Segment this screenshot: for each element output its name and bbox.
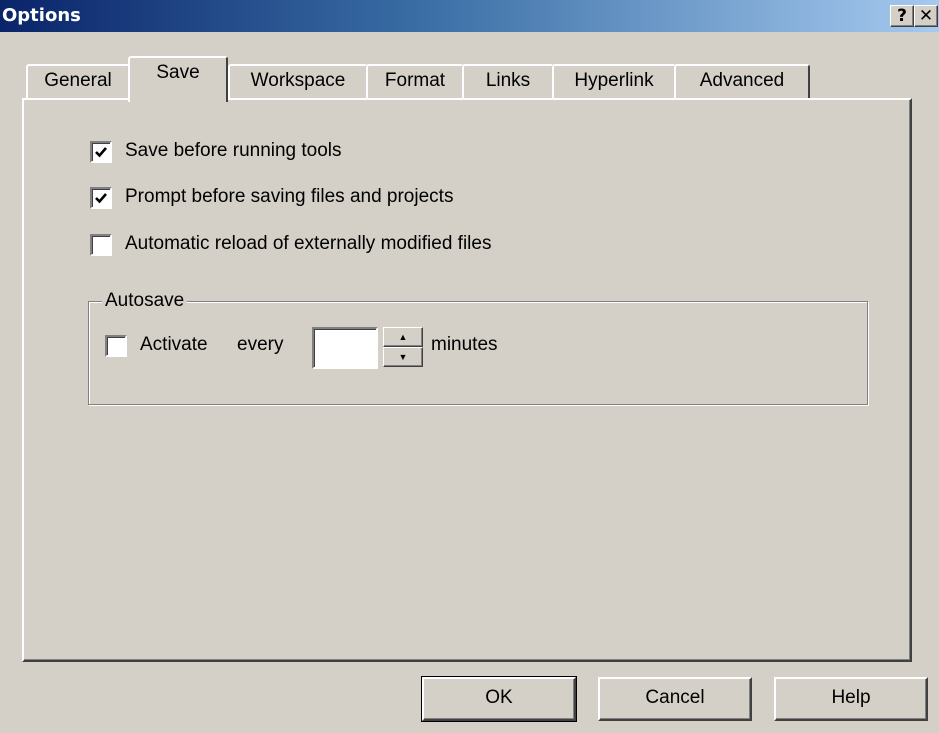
tab-advanced[interactable]: Advanced [674,64,810,98]
cancel-button[interactable]: Cancel [598,677,752,721]
title-bar: Options ? ✕ [0,0,939,32]
tab-general[interactable]: General [26,64,130,98]
tab-workspace[interactable]: Workspace [228,64,368,98]
automatic-reload-checkbox[interactable] [90,234,112,256]
automatic-reload-label: Automatic reload of externally modified … [125,233,492,254]
activate-label: Activate [140,334,208,355]
every-label: every [237,334,284,355]
autosave-group-title: Autosave [102,290,188,312]
ok-button[interactable]: OK [421,676,577,722]
help-icon[interactable]: ? [890,5,914,27]
tab-links[interactable]: Links [462,64,554,98]
help-button[interactable]: Help [774,677,928,721]
save-before-running-tools-checkbox[interactable] [90,141,112,163]
spin-up-button[interactable]: ▲ [383,327,423,347]
window-title: Options [2,5,81,26]
save-before-running-tools-label: Save before running tools [125,140,342,161]
tab-hyperlink[interactable]: Hyperlink [552,64,676,98]
close-icon[interactable]: ✕ [914,5,938,27]
tab-format[interactable]: Format [366,64,464,98]
tab-save[interactable]: Save [128,56,228,102]
prompt-before-saving-label: Prompt before saving files and projects [125,186,454,207]
prompt-before-saving-checkbox[interactable] [90,187,112,209]
spin-down-button[interactable]: ▼ [383,347,423,367]
autosave-minutes-input[interactable] [312,327,378,369]
checkmark-icon [95,147,107,158]
checkmark-icon [95,193,107,204]
autosave-activate-checkbox[interactable] [105,335,127,357]
minutes-label: minutes [431,334,498,355]
